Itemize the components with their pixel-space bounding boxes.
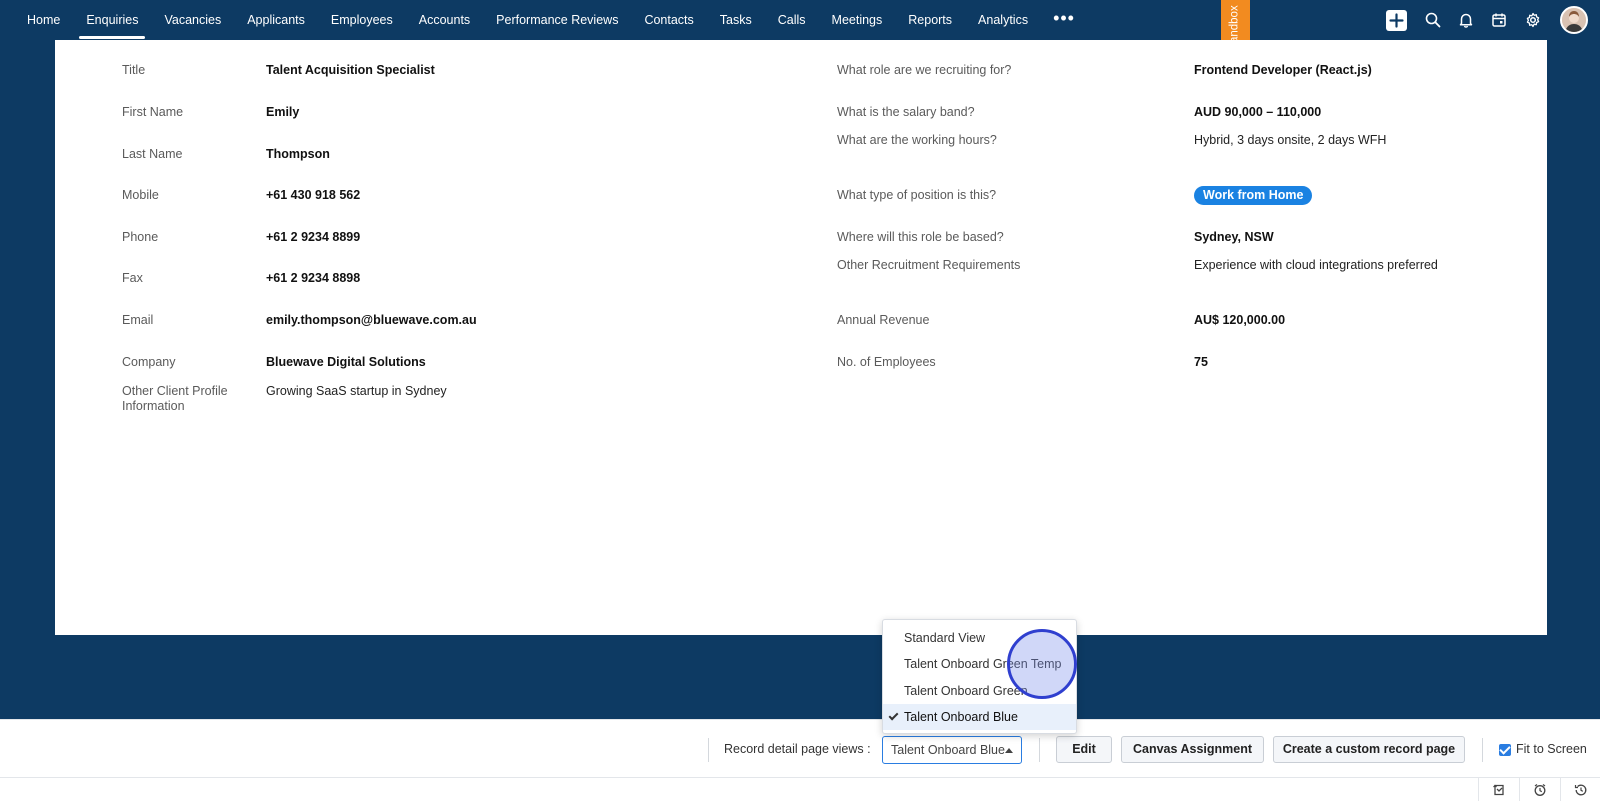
gear-icon[interactable]	[1521, 8, 1545, 32]
alarm-icon[interactable]	[1519, 778, 1559, 801]
field-value-role: Frontend Developer (React.js)	[1194, 63, 1372, 77]
avatar[interactable]	[1560, 6, 1588, 34]
canvas-assignment-button[interactable]: Canvas Assignment	[1121, 736, 1264, 763]
field-label-working-hours: What are the working hours?	[837, 133, 997, 147]
view-option-standard[interactable]: Standard View	[883, 625, 1076, 651]
tab-employees[interactable]: Employees	[318, 0, 406, 40]
field-value-phone[interactable]: +61 2 9234 8899	[266, 230, 360, 245]
footer-strip	[0, 777, 1600, 801]
toolbar-divider	[1482, 738, 1483, 762]
tab-vacancies[interactable]: Vacancies	[151, 0, 234, 40]
record-view-dropdown: Standard View Talent Onboard Green Temp …	[882, 619, 1077, 734]
history-icon[interactable]	[1478, 778, 1518, 801]
field-label-other-requirements: Other Recruitment Requirements	[837, 258, 1021, 272]
view-option-green-temp[interactable]: Talent Onboard Green Temp	[883, 651, 1076, 677]
tab-accounts[interactable]: Accounts	[406, 0, 483, 40]
field-value-last-name: Thompson	[266, 147, 330, 161]
tab-tasks[interactable]: Tasks	[707, 0, 765, 40]
field-value-fax: +61 2 9234 8898	[266, 271, 361, 285]
search-icon[interactable]	[1421, 8, 1445, 32]
nav-tabs: Home Enquiries Vacancies Applicants Empl…	[14, 0, 1087, 40]
field-label-company: Company	[122, 355, 176, 369]
field-label-first-name: First Name	[122, 105, 184, 119]
position-type-badge: Work from Home	[1194, 186, 1313, 205]
create-new-icon[interactable]	[1384, 8, 1408, 32]
tab-analytics[interactable]: Analytics	[965, 0, 1041, 40]
field-value-annual-revenue: AU$ 120,000.00	[1194, 313, 1286, 327]
field-label-phone: Phone	[122, 230, 159, 244]
view-option-blue[interactable]: Talent Onboard Blue	[883, 704, 1076, 730]
record-detail-card: Title Talent Acquisition Specialist Firs…	[55, 40, 1547, 635]
field-label-role: What role are we recruiting for?	[837, 63, 1012, 77]
field-label-title: Title	[122, 63, 146, 77]
calendar-icon[interactable]	[1487, 8, 1511, 32]
create-custom-record-page-button[interactable]: Create a custom record page	[1273, 736, 1465, 763]
field-label-annual-revenue: Annual Revenue	[837, 313, 930, 327]
tab-enquiries[interactable]: Enquiries	[73, 0, 151, 40]
field-value-employees: 75	[1194, 355, 1208, 369]
record-view-select[interactable]: Talent Onboard Blue	[882, 736, 1022, 764]
tab-home[interactable]: Home	[14, 0, 73, 40]
fit-to-screen-checkbox[interactable]	[1499, 744, 1511, 756]
field-label-email: Email	[122, 313, 154, 327]
field-value-salary-band: AUD 90,000 – 110,000	[1194, 105, 1322, 119]
field-value-other-requirements: Experience with cloud integrations prefe…	[1194, 258, 1438, 272]
field-value-title: Talent Acquisition Specialist	[266, 63, 435, 77]
field-label-mobile: Mobile	[122, 188, 159, 202]
record-views-label: Record detail page views :	[724, 742, 871, 756]
field-label-salary-band: What is the salary band?	[837, 105, 975, 119]
checkmark-icon	[888, 710, 899, 721]
record-view-selected: Talent Onboard Blue	[891, 743, 1005, 757]
tab-performance-reviews[interactable]: Performance Reviews	[483, 0, 631, 40]
page-view-toolbar: Record detail page views : Talent Onboar…	[0, 719, 1600, 777]
recent-activity-icon[interactable]	[1560, 778, 1600, 801]
tab-meetings[interactable]: Meetings	[819, 0, 896, 40]
more-tabs-icon[interactable]: •••	[1041, 0, 1087, 40]
field-label-employees: No. of Employees	[837, 355, 936, 369]
tab-reports[interactable]: Reports	[895, 0, 965, 40]
toolbar-divider	[708, 738, 709, 762]
field-label-fax: Fax	[122, 271, 143, 285]
bell-icon[interactable]	[1454, 8, 1478, 32]
toolbar-divider	[1039, 738, 1040, 762]
field-value-first-name: Emily	[266, 105, 300, 119]
field-value-company[interactable]: Bluewave Digital Solutions	[266, 355, 426, 370]
tab-calls[interactable]: Calls	[765, 0, 819, 40]
view-option-blue-label: Talent Onboard Blue	[904, 710, 1018, 724]
field-value-working-hours: Hybrid, 3 days onsite, 2 days WFH	[1194, 133, 1387, 147]
field-label-position-type: What type of position is this?	[837, 188, 997, 202]
field-label-last-name: Last Name	[122, 147, 183, 161]
field-value-location: Sydney, NSW	[1194, 230, 1274, 244]
edit-button[interactable]: Edit	[1056, 736, 1112, 763]
field-label-other-client-profile: Other Client Profile Information	[122, 384, 228, 413]
field-value-other-client-profile: Growing SaaS startup in Sydney	[266, 384, 447, 398]
tab-applicants[interactable]: Applicants	[234, 0, 318, 40]
field-value-email[interactable]: emily.thompson@bluewave.com.au	[266, 313, 477, 328]
field-value-mobile[interactable]: +61 430 918 562	[266, 188, 360, 203]
tab-contacts[interactable]: Contacts	[631, 0, 706, 40]
field-label-location: Where will this role be based?	[837, 230, 1004, 244]
fit-to-screen-label[interactable]: Fit to Screen	[1516, 742, 1587, 756]
view-option-green[interactable]: Talent Onboard Green	[883, 678, 1076, 704]
caret-up-icon	[1005, 748, 1013, 753]
top-navigation: Home Enquiries Vacancies Applicants Empl…	[0, 0, 1600, 68]
